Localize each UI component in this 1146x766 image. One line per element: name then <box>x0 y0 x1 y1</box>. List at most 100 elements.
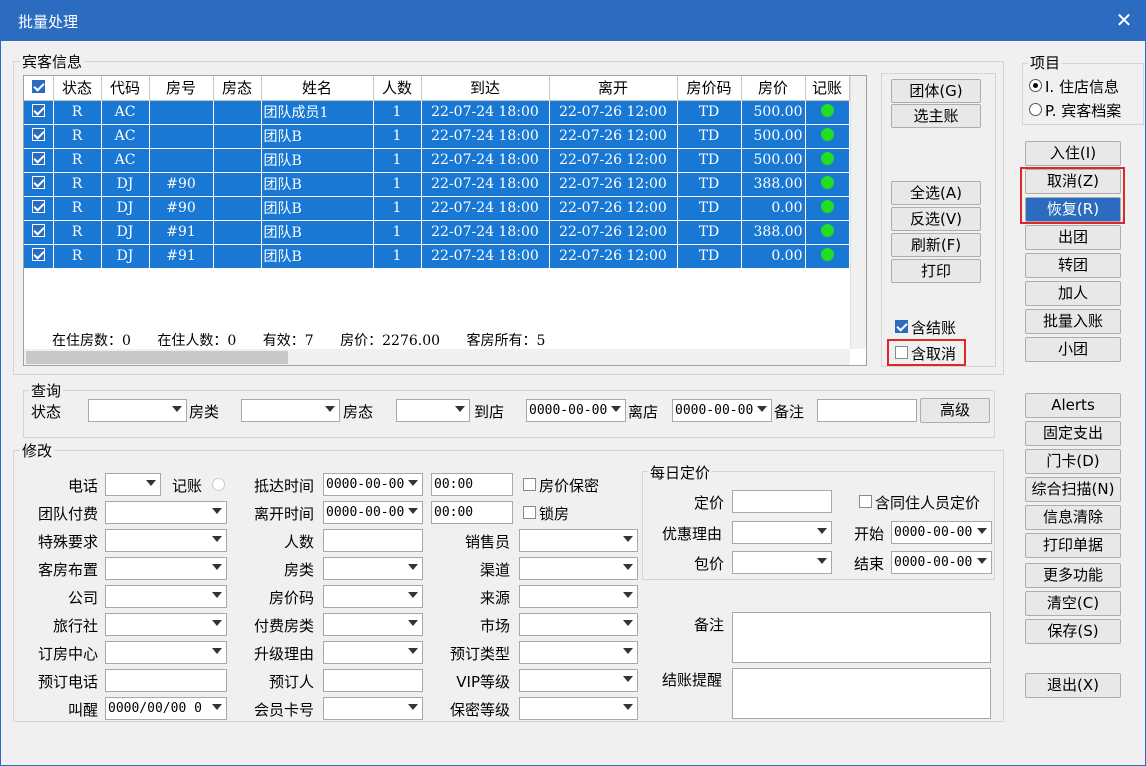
modify-field-c2-3[interactable] <box>323 557 423 580</box>
alerts-button[interactable]: Alerts <box>1025 393 1121 418</box>
table-row[interactable]: R AC 团队成员1 1 22-07-24 18:00 22-07-26 12:00 TD 5… <box>24 100 850 125</box>
price-input[interactable] <box>732 490 832 513</box>
table-row[interactable]: R DJ #90 团队B 1 22-07-24 18:00 22-07-26 12:00 TD… <box>24 172 850 197</box>
save-button[interactable]: 保存(S) <box>1025 619 1121 644</box>
select-all-button[interactable]: 全选(A) <box>891 181 981 205</box>
modify-field-c2-8[interactable] <box>323 697 423 720</box>
column-header[interactable]: 代码 <box>101 76 150 101</box>
modify-field-c3-2[interactable] <box>519 585 638 608</box>
modify-field-c2-6[interactable] <box>323 641 423 664</box>
column-header[interactable]: 姓名 <box>261 76 374 101</box>
invert-select-button[interactable]: 反选(V) <box>891 207 981 231</box>
main-account-button[interactable]: 选主账 <box>891 104 981 128</box>
table-row[interactable]: R DJ #90 团队B 1 22-07-24 18:00 22-07-26 12:00 TD… <box>24 196 850 221</box>
row-checkbox[interactable] <box>31 151 45 165</box>
depart-date[interactable]: 0000-00-00 <box>323 501 423 524</box>
row-checkbox-cell[interactable] <box>24 100 54 125</box>
row-checkbox[interactable] <box>31 103 45 117</box>
row-checkbox-cell[interactable] <box>24 148 54 173</box>
radio-guest-profile[interactable] <box>1029 103 1042 116</box>
exit-button[interactable]: 退出(X) <box>1025 673 1121 698</box>
table-row[interactable]: R DJ #91 团队B 1 22-07-24 18:00 22-07-26 12:00 TD… <box>24 244 850 269</box>
row-checkbox-cell[interactable] <box>24 220 54 245</box>
column-header[interactable]: 房价 <box>741 76 806 101</box>
query-depart-date[interactable]: 0000-00-00 <box>672 399 772 422</box>
print-doc-button[interactable]: 打印单据 <box>1025 533 1121 558</box>
vertical-scrollbar[interactable] <box>850 76 866 349</box>
query-status-select[interactable] <box>88 399 187 422</box>
modify-field-c2-2[interactable] <box>323 529 423 552</box>
refresh-button[interactable]: 刷新(F) <box>891 233 981 257</box>
row-checkbox[interactable] <box>31 199 45 213</box>
query-roomtype-select[interactable] <box>241 399 340 422</box>
subgroup-button[interactable]: 小团 <box>1025 337 1121 362</box>
scroll-thumb[interactable] <box>26 351 288 364</box>
remark-textarea[interactable] <box>732 612 991 663</box>
row-checkbox-cell[interactable] <box>24 244 54 269</box>
row-checkbox-cell[interactable] <box>24 172 54 197</box>
column-header[interactable]: 房态 <box>213 76 262 101</box>
modify-field-c3-1[interactable] <box>519 557 638 580</box>
checkout-remind-textarea[interactable] <box>732 668 991 719</box>
start-date[interactable]: 0000-00-00 <box>891 521 992 544</box>
door-card-button[interactable]: 门卡(D) <box>1025 449 1121 474</box>
depart-time[interactable]: 00:00 <box>431 501 513 524</box>
add-person-button[interactable]: 加人 <box>1025 281 1121 306</box>
column-header[interactable]: 到达 <box>421 76 550 101</box>
modify-field-c1-2[interactable] <box>105 529 227 552</box>
discount-select[interactable] <box>732 521 832 544</box>
column-header[interactable]: 房号 <box>149 76 214 101</box>
row-checkbox[interactable] <box>31 223 45 237</box>
column-header[interactable]: 记账 <box>805 76 850 101</box>
modify-field-c1-1[interactable] <box>105 501 227 524</box>
modify-field-c1-7[interactable] <box>105 669 227 692</box>
modify-field-c3-3[interactable] <box>519 613 638 636</box>
guest-grid[interactable]: 状态 代码 房号 房态 姓名 人数 到达 离开 房价码 房价 记账 R AC 团队成员1 1 22-07-2… <box>23 75 867 366</box>
modify-field-c3-5[interactable] <box>519 669 638 692</box>
table-row[interactable]: R DJ #91 团队B 1 22-07-24 18:00 22-07-26 12:00 TD… <box>24 220 850 245</box>
modify-field-c1-5[interactable] <box>105 613 227 636</box>
group-button[interactable]: 团体(G) <box>891 79 981 103</box>
end-date[interactable]: 0000-00-00 <box>891 551 992 574</box>
column-header[interactable]: 房价码 <box>677 76 742 101</box>
modify-field-c1-6[interactable] <box>105 641 227 664</box>
modify-field-c1-4[interactable] <box>105 585 227 608</box>
radio-stay-info[interactable] <box>1029 79 1042 92</box>
modify-field-c2-4[interactable] <box>323 585 423 608</box>
with-cancel-checkbox[interactable] <box>895 346 908 359</box>
table-row[interactable]: R AC 团队B 1 22-07-24 18:00 22-07-26 12:00 TD 500… <box>24 124 850 149</box>
row-checkbox[interactable] <box>31 247 45 261</box>
column-header[interactable]: 状态 <box>53 76 102 101</box>
more-button[interactable]: 更多功能 <box>1025 563 1121 588</box>
wake-select[interactable]: 0000/00/00 0 <box>105 697 227 720</box>
query-roomstate-select[interactable] <box>396 399 470 422</box>
modify-field-c3-4[interactable] <box>519 641 638 664</box>
record-radio[interactable] <box>212 478 225 491</box>
advanced-button[interactable]: 高级 <box>920 398 990 423</box>
transfer-group-button[interactable]: 转团 <box>1025 253 1121 278</box>
modify-field-c1-3[interactable] <box>105 557 227 580</box>
price-secret-checkbox[interactable] <box>523 478 536 491</box>
row-checkbox[interactable] <box>31 127 45 141</box>
row-checkbox-cell[interactable] <box>24 124 54 149</box>
modify-field-c2-7[interactable] <box>323 669 423 692</box>
same-guest-checkbox[interactable] <box>859 495 872 508</box>
modify-field-c2-5[interactable] <box>323 613 423 636</box>
horizontal-scrollbar[interactable] <box>24 349 850 365</box>
column-header[interactable]: 人数 <box>373 76 422 101</box>
column-header[interactable]: 离开 <box>549 76 678 101</box>
header-select-all[interactable] <box>24 76 54 101</box>
modify-field-c3-0[interactable] <box>519 529 638 552</box>
close-icon[interactable]: ✕ <box>1114 8 1134 32</box>
fixed-expense-button[interactable]: 固定支出 <box>1025 421 1121 446</box>
scan-button[interactable]: 综合扫描(N) <box>1025 477 1121 502</box>
with-checkout-checkbox[interactable] <box>895 320 908 333</box>
package-select[interactable] <box>732 551 832 574</box>
clear-info-button[interactable]: 信息清除 <box>1025 505 1121 530</box>
clear-button[interactable]: 清空(C) <box>1025 591 1121 616</box>
phone-select[interactable] <box>105 473 161 496</box>
row-checkbox-cell[interactable] <box>24 196 54 221</box>
arrive-date[interactable]: 0000-00-00 <box>323 473 423 496</box>
arrive-time[interactable]: 00:00 <box>431 473 513 496</box>
batch-post-button[interactable]: 批量入账 <box>1025 309 1121 334</box>
